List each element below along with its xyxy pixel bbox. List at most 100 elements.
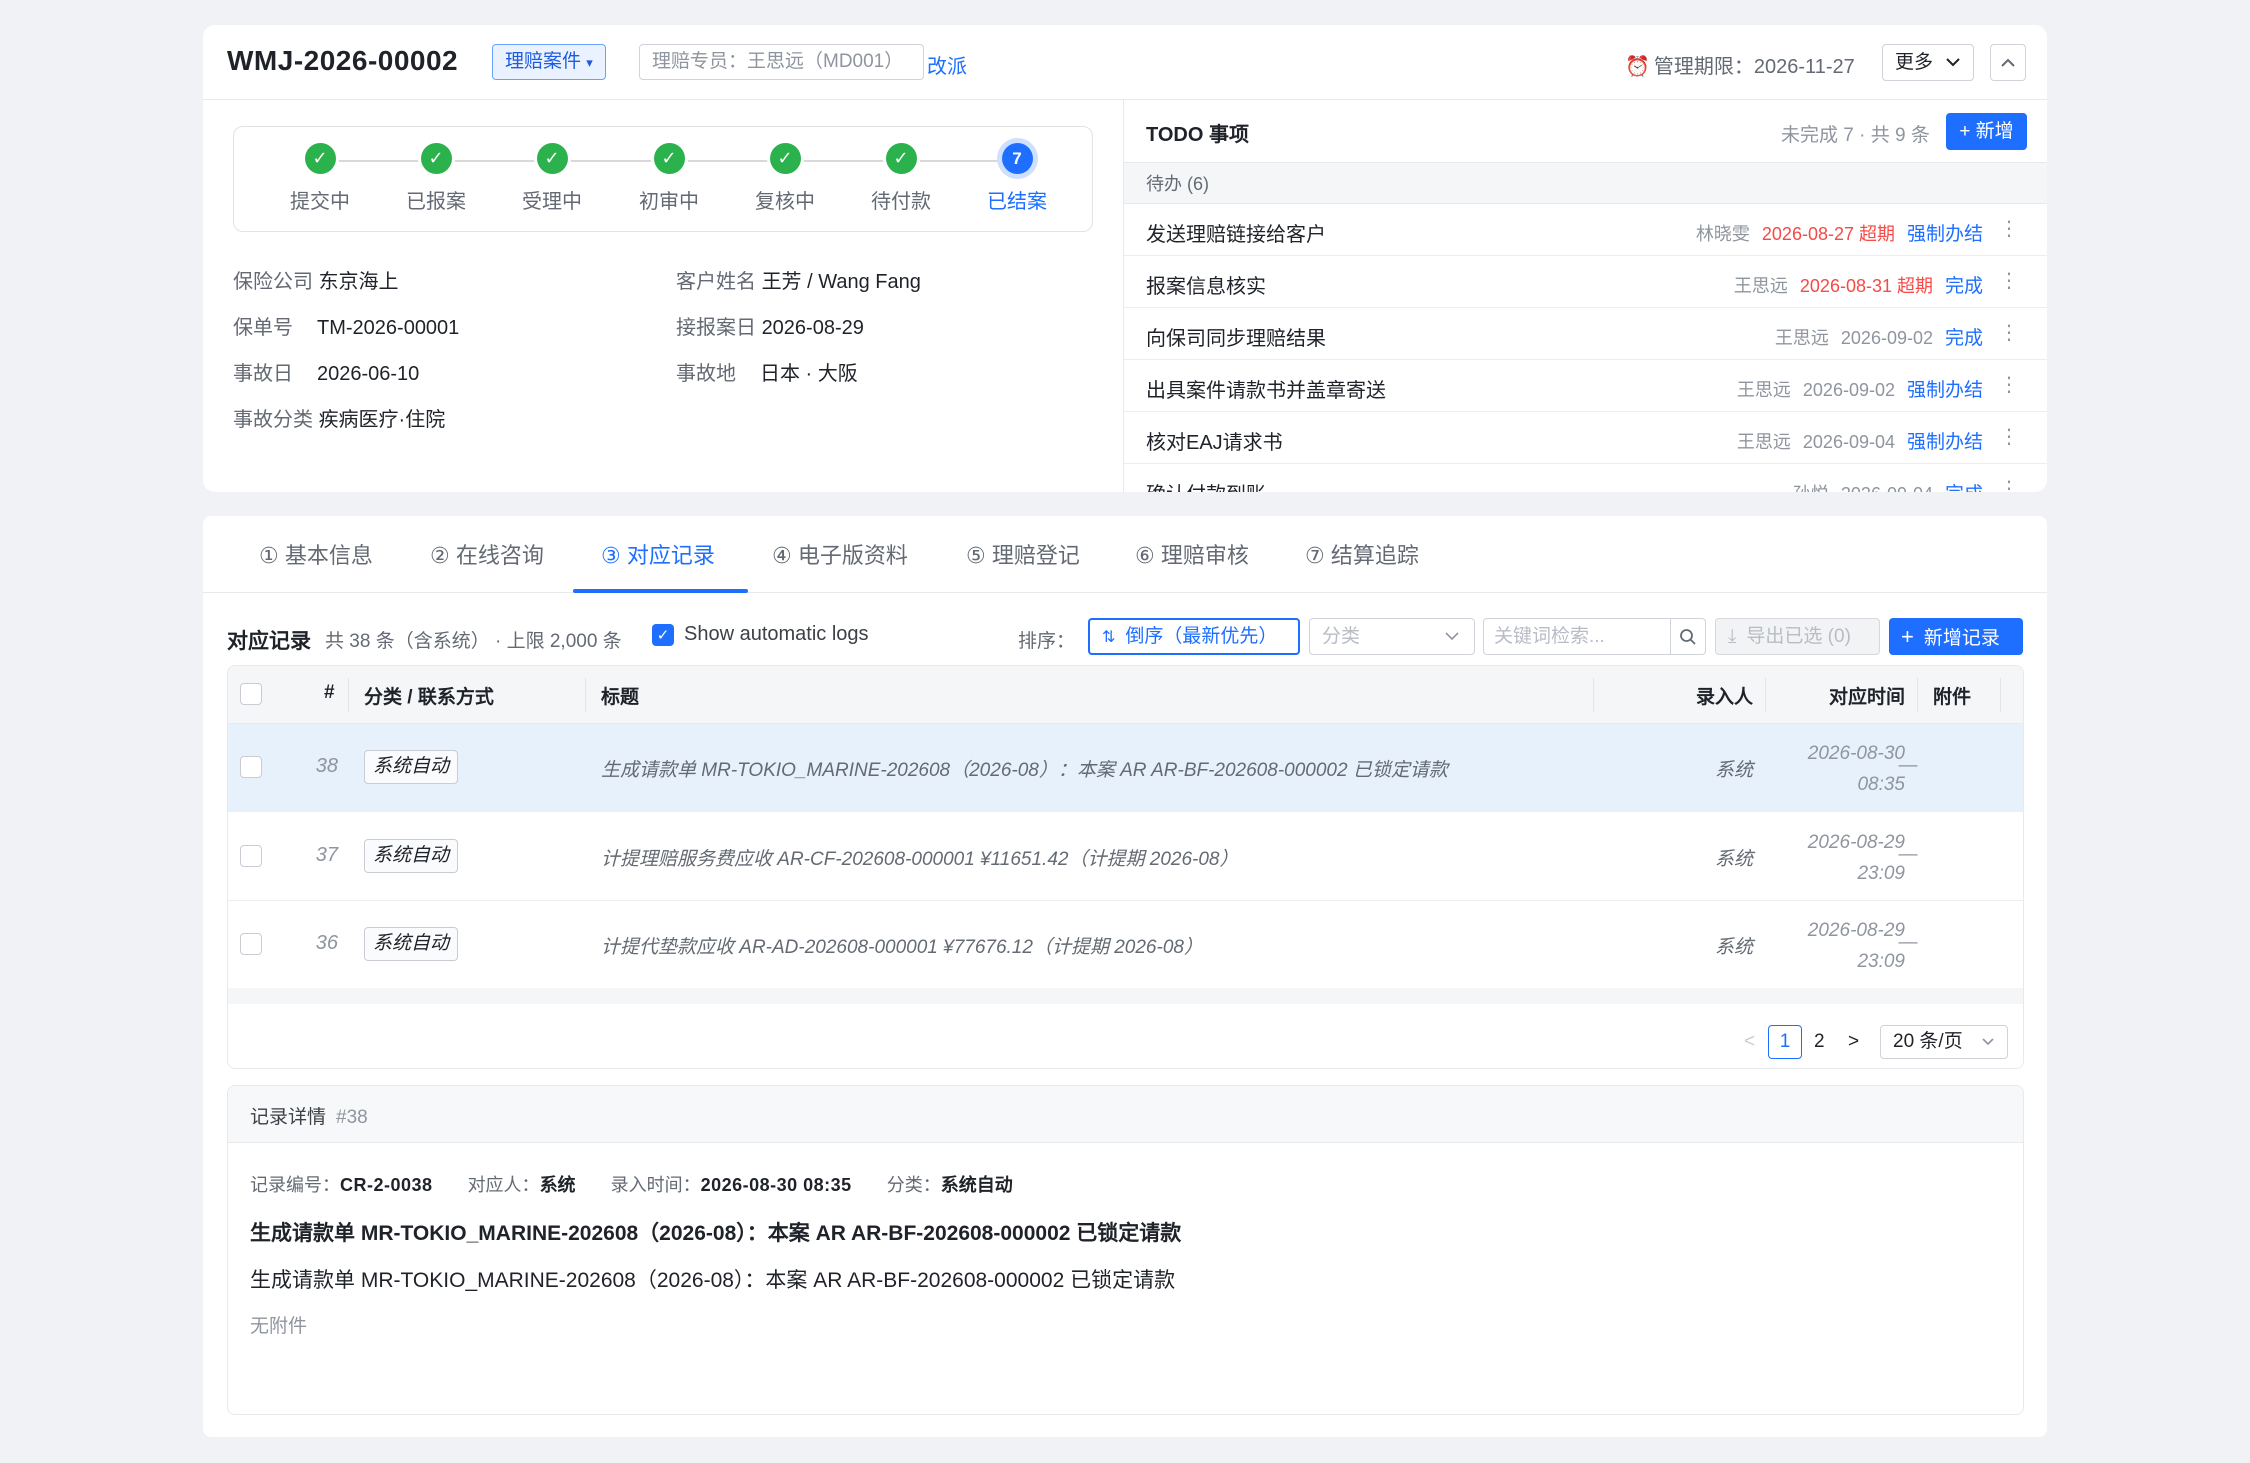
sort-order-icon: ⇅ [1102, 629, 1116, 646]
todo-due-date: 2026-09-04 [1841, 484, 1933, 492]
auto-logs-toggle[interactable]: ✓ Show automatic logs [652, 623, 869, 646]
info-report-date: 接报案日 2026-08-29 [676, 311, 864, 340]
todo-item[interactable]: 向保司同步理赔结果 王思远 2026-09-02 完成 ⋮ [1124, 308, 2047, 360]
todo-action-link[interactable]: 完成 [1945, 484, 1983, 492]
keyword-search-input[interactable]: 关键词检索... [1483, 618, 1671, 655]
search-icon[interactable] [1670, 618, 1706, 655]
todo-item-meta: 王思远 2026-09-02 强制办结 [1737, 375, 1983, 402]
row-attachment: — [1898, 844, 1918, 865]
chevron-down-icon [1444, 619, 1460, 666]
more-vertical-icon[interactable]: ⋮ [1999, 476, 2019, 492]
more-vertical-icon[interactable]: ⋮ [1999, 216, 2019, 241]
detail-title: 记录详情 #38 [250, 1102, 368, 1129]
category-tag: 系统自动 [364, 750, 459, 784]
row-number: 36 [315, 932, 338, 954]
tab-records[interactable]: ③ 对应记录 [601, 538, 715, 570]
todo-action-link[interactable]: 完成 [1945, 328, 1983, 349]
todo-item[interactable]: 出具案件请款书并盖章寄送 王思远 2026-09-02 强制办结 ⋮ [1124, 360, 2047, 412]
row-checkbox[interactable] [240, 933, 262, 955]
todo-assignee: 王思远 [1774, 328, 1829, 348]
check-icon: ✓ [304, 143, 336, 174]
more-vertical-icon[interactable]: ⋮ [1999, 320, 2019, 345]
row-checkbox[interactable] [240, 845, 262, 867]
info-key: 事故地 [676, 363, 736, 385]
horizontal-scrollbar[interactable] [228, 988, 2023, 1004]
more-vertical-icon[interactable]: ⋮ [1999, 424, 2019, 449]
info-key: 保险公司 [233, 271, 313, 293]
todo-add-button[interactable]: + 新增 [1946, 113, 2027, 150]
todo-item-meta: 林晓雯 2026-08-27 超期 强制办结 [1696, 219, 1983, 246]
col-header-time: 对应时间 [1828, 687, 1905, 708]
info-insurer: 保险公司 东京海上 [233, 265, 399, 294]
new-record-button[interactable]: + 新增记录 [1889, 618, 2023, 655]
todo-item[interactable]: 确认付款到账 孙悦 2026-09-04 完成 ⋮ [1124, 464, 2047, 492]
page-2-button[interactable]: 2 [1814, 1031, 1825, 1053]
more-button[interactable]: 更多 [1882, 44, 1974, 81]
detail-header: 记录详情 #38 [228, 1086, 2023, 1143]
info-value: TM-2026-00001 [317, 317, 460, 339]
todo-item[interactable]: 报案信息核实 王思远 2026-08-31 超期 完成 ⋮ [1124, 256, 2047, 308]
todo-action-link[interactable]: 强制办结 [1907, 224, 1983, 245]
sort-value: 倒序（最新优先） [1125, 626, 1278, 647]
case-summary-card: WMJ-2026-00002 理赔案件 ▾ 理赔专员：王思远（MD001） 改派… [203, 25, 2047, 492]
prev-page-icon[interactable]: < [1744, 1031, 1755, 1053]
record-detail-panel: 记录详情 #38 记录编号：CR-2-0038 对应人：系统 录入时间：2026-… [227, 1085, 2024, 1415]
sort-button[interactable]: ⇅ 倒序（最新优先） [1088, 618, 1300, 655]
next-page-icon[interactable]: > [1848, 1031, 1859, 1053]
column-divider [2000, 678, 2001, 712]
col-header-category: 分类 / 联系方式 [364, 687, 494, 708]
todo-item-title: 发送理赔链接给客户 [1146, 224, 1326, 246]
page-1-button[interactable]: 1 [1768, 1025, 1802, 1059]
step-number-icon: 7 [1001, 143, 1033, 174]
todo-assignee: 王思远 [1736, 432, 1791, 452]
tab-claim-review[interactable]: ⑥ 理赔审核 [1135, 538, 1249, 570]
row-checkbox[interactable] [240, 756, 262, 778]
tab-claim-registration[interactable]: ⑤ 理赔登记 [966, 538, 1080, 570]
more-vertical-icon[interactable]: ⋮ [1999, 268, 2019, 293]
todo-item-meta: 王思远 2026-09-04 强制办结 [1737, 427, 1983, 454]
todo-item[interactable]: 发送理赔链接给客户 林晓雯 2026-08-27 超期 强制办结 ⋮ [1124, 204, 2047, 256]
page-size-select[interactable]: 20 条/页 [1880, 1025, 2008, 1059]
step-label: 已报案 [406, 191, 466, 213]
reassign-link[interactable]: 改派 [927, 50, 967, 79]
case-type-dropdown[interactable]: 理赔案件 ▾ [492, 44, 606, 80]
step-label: 待付款 [871, 191, 931, 213]
todo-action-link[interactable]: 完成 [1945, 276, 1983, 297]
table-row[interactable]: 38 系统自动 生成请款单 MR-TOKIO_MARINE-202608（202… [228, 724, 2023, 812]
tab-basic-info[interactable]: ① 基本信息 [259, 538, 373, 570]
todo-header: TODO 事项 未完成 7 · 共 9 条 + 新增 [1124, 100, 2047, 162]
check-icon: ✓ [885, 143, 917, 174]
tab-online-consult[interactable]: ② 在线咨询 [430, 538, 544, 570]
todo-group-pending[interactable]: 待办 (6) [1124, 162, 2047, 204]
table-row[interactable]: 37 系统自动 计提理赔服务费应收 AR-CF-202608-000001 ¥1… [228, 813, 2023, 901]
checkbox-checked-icon[interactable]: ✓ [652, 623, 674, 646]
row-recorder: 系统 [1714, 760, 1753, 781]
tab-settlement-tracking[interactable]: ⑦ 结算追踪 [1305, 538, 1419, 570]
todo-action-link[interactable]: 强制办结 [1907, 380, 1983, 401]
export-label: 导出已选 (0) [1746, 626, 1851, 647]
col-header-no: # [324, 682, 335, 703]
detail-no-attachment: 无附件 [250, 1316, 308, 1337]
info-policy: 保单号 TM-2026-00001 [233, 311, 459, 340]
todo-action-link[interactable]: 强制办结 [1907, 432, 1983, 453]
check-icon: ✓ [536, 143, 568, 174]
deadline: ⏰ 管理期限：2026-11-27 [1625, 50, 1855, 79]
meta-value: 系统 [539, 1175, 576, 1195]
info-key: 事故日 [233, 363, 293, 385]
select-all-checkbox[interactable] [240, 683, 262, 705]
todo-count: 未完成 7 · 共 9 条 [1781, 125, 1930, 146]
row-attachment: — [1898, 932, 1918, 953]
category-select[interactable]: 分类 [1309, 618, 1475, 655]
column-divider [1765, 678, 1766, 712]
todo-item-title: 出具案件请款书并盖章寄送 [1146, 380, 1386, 402]
tab-electronic-docs[interactable]: ④ 电子版资料 [772, 538, 908, 570]
col-header-attachment: 附件 [1933, 687, 1972, 708]
collapse-button[interactable] [1990, 44, 2026, 81]
todo-item[interactable]: 核对EAJ请求书 王思远 2026-09-04 强制办结 ⋮ [1124, 412, 2047, 464]
export-selected-button[interactable]: ⤓ 导出已选 (0) [1715, 618, 1880, 655]
more-vertical-icon[interactable]: ⋮ [1999, 372, 2019, 397]
table-header: # 分类 / 联系方式 标题 录入人 对应时间 附件 [228, 666, 2023, 724]
meta-key: 分类： [886, 1175, 941, 1195]
todo-item-title: 确认付款到账 [1146, 478, 1266, 492]
table-row[interactable]: 36 系统自动 计提代垫款应收 AR-AD-202608-000001 ¥776… [228, 901, 2023, 989]
